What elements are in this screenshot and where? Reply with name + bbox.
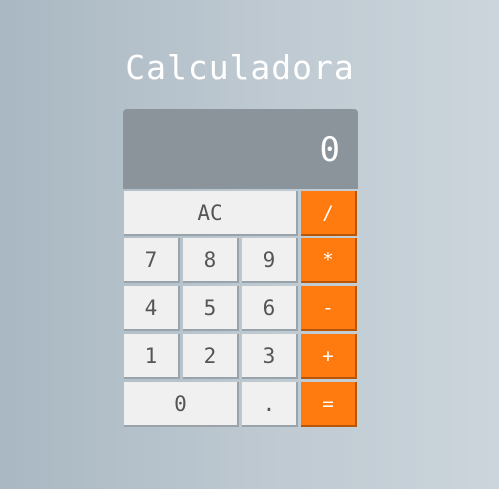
five-button[interactable]: 5 <box>183 286 239 331</box>
subtract-button[interactable]: - <box>301 286 357 331</box>
add-button[interactable]: + <box>301 334 357 379</box>
two-button[interactable]: 2 <box>183 334 239 379</box>
page-title: Calculadora <box>125 48 355 87</box>
four-button[interactable]: 4 <box>124 286 180 331</box>
one-button[interactable]: 1 <box>124 334 180 379</box>
nine-button[interactable]: 9 <box>242 238 298 283</box>
ac-button[interactable]: AC <box>124 191 298 236</box>
equals-button[interactable]: = <box>301 382 357 427</box>
seven-button[interactable]: 7 <box>124 238 180 283</box>
zero-button[interactable]: 0 <box>124 382 239 427</box>
calculator: 0 AC / 7 8 9 * 4 5 6 - 1 2 3 + 0 . = <box>123 109 358 429</box>
six-button[interactable]: 6 <box>242 286 298 331</box>
decimal-button[interactable]: . <box>242 382 298 427</box>
three-button[interactable]: 3 <box>242 334 298 379</box>
multiply-button[interactable]: * <box>301 238 357 283</box>
eight-button[interactable]: 8 <box>183 238 239 283</box>
divide-button[interactable]: / <box>301 191 357 236</box>
calculator-display: 0 <box>123 109 358 189</box>
